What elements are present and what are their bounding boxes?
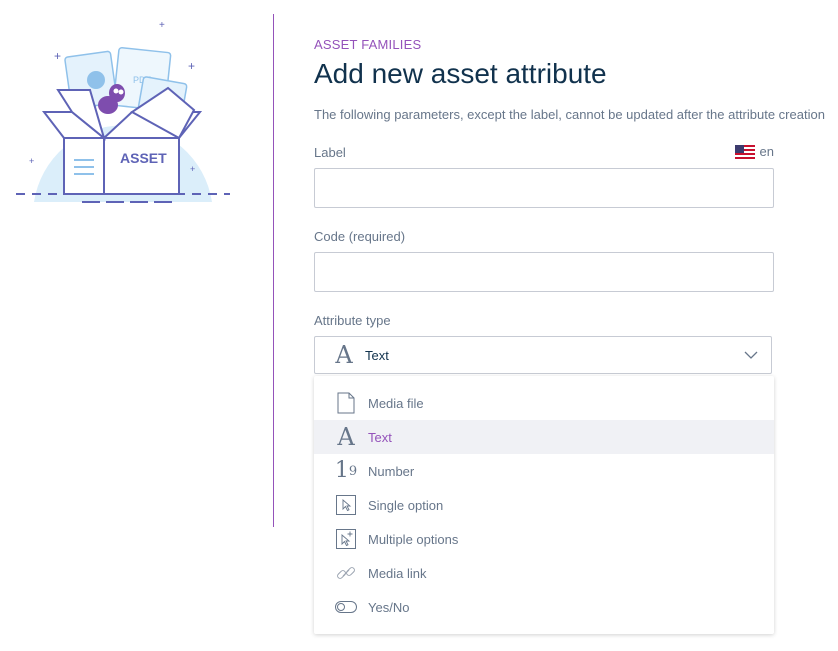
media-link-icon bbox=[335, 561, 357, 585]
single-option-icon bbox=[335, 493, 357, 517]
option-single-option[interactable]: Single option bbox=[314, 488, 774, 522]
attribute-type-dropdown: Media file A Text 19 Number Single optio… bbox=[314, 376, 774, 634]
option-number[interactable]: 19 Number bbox=[314, 454, 774, 488]
media-file-icon bbox=[335, 391, 357, 415]
option-yes-no[interactable]: Yes/No bbox=[314, 590, 774, 624]
option-multiple-options[interactable]: Multiple options bbox=[314, 522, 774, 556]
svg-text:+: + bbox=[190, 164, 195, 174]
us-flag-icon bbox=[734, 144, 755, 159]
option-text[interactable]: A Text bbox=[314, 420, 774, 454]
option-label: Multiple options bbox=[368, 531, 459, 547]
vertical-divider bbox=[273, 14, 274, 527]
code-field-label: Code (required) bbox=[314, 229, 406, 244]
number-icon: 19 bbox=[334, 458, 358, 483]
attribute-type-label: Attribute type bbox=[314, 313, 391, 328]
svg-text:+: + bbox=[29, 156, 34, 166]
svg-text:+: + bbox=[159, 20, 165, 31]
yes-no-icon bbox=[335, 595, 357, 619]
svg-text:+: + bbox=[188, 59, 195, 73]
option-label: Yes/No bbox=[368, 599, 410, 615]
attribute-type-select[interactable]: A Text bbox=[314, 336, 772, 374]
option-label: Media link bbox=[368, 565, 427, 581]
label-field-label: Label bbox=[314, 145, 346, 160]
svg-text:ASSET: ASSET bbox=[120, 150, 167, 166]
helper-text: The following parameters, except the lab… bbox=[314, 107, 825, 122]
option-label: Media file bbox=[368, 395, 424, 411]
locale-code: en bbox=[759, 144, 774, 159]
asset-illustration: + + + + + PDF ASSET bbox=[12, 14, 234, 210]
attribute-type-value: Text bbox=[365, 347, 389, 363]
page-title: Add new asset attribute bbox=[314, 58, 607, 89]
multiple-options-icon bbox=[335, 527, 357, 551]
option-label: Text bbox=[368, 429, 392, 445]
chevron-down-icon bbox=[744, 351, 758, 359]
locale-indicator: en bbox=[734, 144, 774, 159]
svg-text:+: + bbox=[54, 49, 61, 63]
label-input[interactable] bbox=[314, 168, 774, 208]
text-icon: A bbox=[335, 341, 353, 369]
code-input[interactable] bbox=[314, 252, 774, 292]
text-icon: A bbox=[337, 423, 355, 451]
option-label: Number bbox=[368, 463, 415, 479]
option-label: Single option bbox=[368, 497, 444, 513]
option-media-link[interactable]: Media link bbox=[314, 556, 774, 590]
option-media-file[interactable]: Media file bbox=[314, 386, 774, 420]
breadcrumb[interactable]: ASSET FAMILIES bbox=[314, 37, 421, 52]
